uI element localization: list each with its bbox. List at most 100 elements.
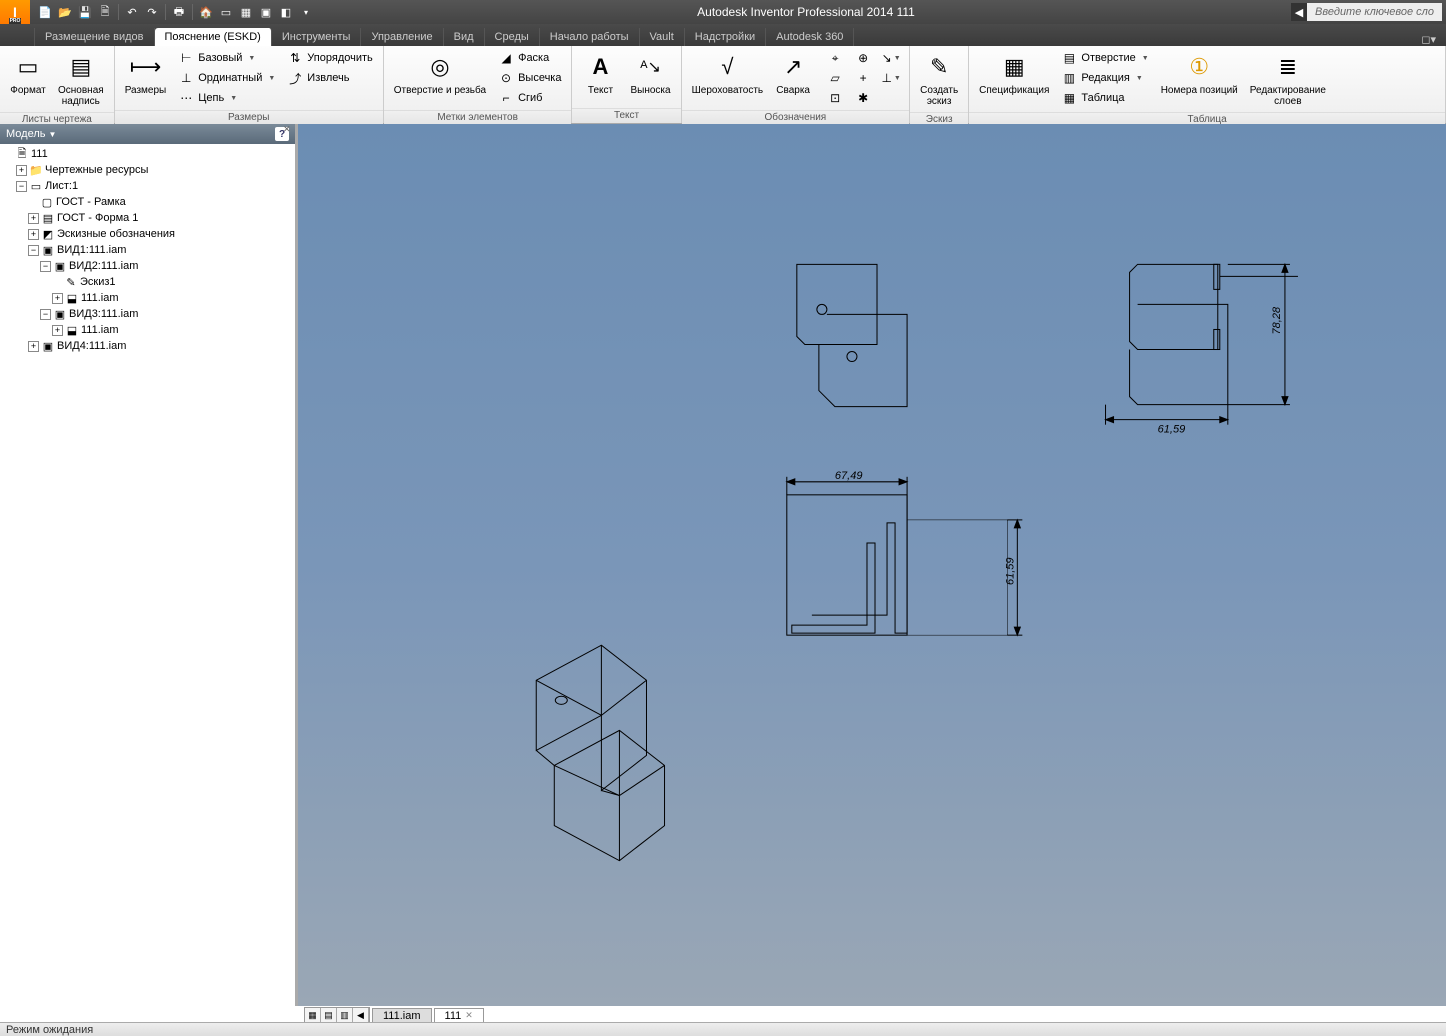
- expander-icon[interactable]: +: [16, 165, 27, 176]
- tree-iam[interactable]: +⬓111.iam: [2, 290, 293, 306]
- parts-list-label: Спецификация: [979, 85, 1049, 96]
- general-table-button[interactable]: ▦Таблица: [1057, 89, 1152, 107]
- sym2-button[interactable]: ▱: [823, 69, 847, 87]
- tab-a360[interactable]: Autodesk 360: [766, 28, 854, 46]
- tab-placement[interactable]: Размещение видов: [34, 28, 155, 46]
- sym8-button[interactable]: ⊥▼: [879, 69, 903, 87]
- sheet-icon: ▭: [29, 179, 43, 193]
- tab-manage[interactable]: Управление: [361, 28, 443, 46]
- group-text-label: Текст: [572, 108, 680, 123]
- tab-annotation[interactable]: Пояснение (ESKD): [155, 28, 272, 46]
- retrieve-button[interactable]: ⤴Извлечь: [283, 69, 376, 87]
- tree-sketch1[interactable]: ✎Эскиз1: [2, 274, 293, 290]
- tabs-overflow-icon[interactable]: ◻▾: [1421, 33, 1436, 46]
- tree-gost-form[interactable]: +▤ГОСТ - Форма 1: [2, 210, 293, 226]
- create-sketch-label: Создать эскиз: [920, 85, 958, 107]
- drawing-canvas[interactable]: 61,59 78,28 67,49 61,59: [298, 124, 1446, 1006]
- balloon-button[interactable]: ① Номера позиций: [1157, 49, 1242, 98]
- text-label: Текст: [588, 85, 613, 96]
- tab-getting-started[interactable]: Начало работы: [540, 28, 640, 46]
- revision-button[interactable]: ▥Редакция▼: [1057, 69, 1152, 87]
- expander-icon[interactable]: +: [28, 213, 39, 224]
- tree-gost-frame[interactable]: ▢ГОСТ - Рамка: [2, 194, 293, 210]
- tree-view3[interactable]: −▣ВИД3:111.iam: [2, 306, 293, 322]
- tree-sheet[interactable]: −▭Лист:1: [2, 178, 293, 194]
- model-tree[interactable]: 🗎111 +📁Чертежные ресурсы −▭Лист:1 ▢ГОСТ …: [0, 144, 295, 1006]
- parts-list-button[interactable]: ▦ Спецификация: [975, 49, 1053, 98]
- qat-print-icon[interactable]: 🖶: [170, 3, 188, 21]
- sym5-button[interactable]: +: [851, 69, 875, 87]
- tab-env[interactable]: Среды: [485, 28, 540, 46]
- doc-tab-iam[interactable]: 111.iam: [372, 1008, 432, 1023]
- tree-sketch-symbols[interactable]: +◩Эскизные обозначения: [2, 226, 293, 242]
- search-input[interactable]: Введите ключевое сло: [1307, 3, 1442, 21]
- qat-extra2-icon[interactable]: ▣: [257, 3, 275, 21]
- leader-button[interactable]: ᴬ↘ Выноска: [626, 49, 674, 98]
- expander-icon[interactable]: −: [40, 309, 51, 320]
- tree-view1[interactable]: −▣ВИД1:111.iam: [2, 242, 293, 258]
- dimension-button[interactable]: ⟼ Размеры: [121, 49, 171, 98]
- hole-table-button[interactable]: ▤Отверстие▼: [1057, 49, 1152, 67]
- main-caption-button[interactable]: ▤ Основная надпись: [54, 49, 108, 109]
- doc-tab-111[interactable]: 111✕: [434, 1008, 484, 1023]
- tab-addins[interactable]: Надстройки: [685, 28, 766, 46]
- qat-select-icon[interactable]: ▭: [217, 3, 235, 21]
- bend-icon: ⌐: [498, 90, 514, 106]
- doc-tab-iam-label: 111.iam: [383, 1010, 421, 1022]
- baseline-button[interactable]: ⊢Базовый▼: [174, 49, 279, 67]
- qat-save-as-icon[interactable]: 🗎: [96, 3, 114, 21]
- sym6-button[interactable]: ✱: [851, 89, 875, 107]
- qat-save-icon[interactable]: 💾: [76, 3, 94, 21]
- qat-extra3-icon[interactable]: ◧: [277, 3, 295, 21]
- tab-tools[interactable]: Инструменты: [272, 28, 362, 46]
- qat-home-icon[interactable]: 🏠: [197, 3, 215, 21]
- text-button[interactable]: A Текст: [578, 49, 622, 98]
- ordinate-button[interactable]: ⊥Ординатный▼: [174, 69, 279, 87]
- qat-down-caret-icon[interactable]: ▾: [297, 3, 315, 21]
- bend-button[interactable]: ⌐Сгиб: [494, 89, 565, 107]
- qat-undo-icon[interactable]: ↶: [123, 3, 141, 21]
- expander-icon[interactable]: +: [52, 325, 63, 336]
- caption-icon: ▤: [65, 51, 97, 83]
- chamfer-button[interactable]: ◢Фаска: [494, 49, 565, 67]
- sym7-button[interactable]: ↘▼: [879, 49, 903, 67]
- expander-icon[interactable]: −: [16, 181, 27, 192]
- chain-button[interactable]: ⋯Цепь▼: [174, 89, 279, 107]
- punch-button[interactable]: ⊙Высечка: [494, 69, 565, 87]
- format-button[interactable]: ▭ Формат: [6, 49, 50, 98]
- welding-button[interactable]: ↗ Сварка: [771, 49, 815, 98]
- surface-button[interactable]: √ Шероховатость: [688, 49, 768, 98]
- expander-icon[interactable]: +: [28, 341, 39, 352]
- sym4-icon: ⊕: [855, 50, 871, 66]
- qat-redo-icon[interactable]: ↷: [143, 3, 161, 21]
- revision-label: Редакция: [1081, 72, 1129, 84]
- arrange-button[interactable]: ⇅Упорядочить: [283, 49, 376, 67]
- tab-vault[interactable]: Vault: [640, 28, 685, 46]
- sym4-button[interactable]: ⊕: [851, 49, 875, 67]
- search-prev-icon[interactable]: ◀: [1291, 3, 1307, 21]
- chain-label: Цепь: [198, 92, 224, 104]
- tree-view4[interactable]: +▣ВИД4:111.iam: [2, 338, 293, 354]
- expander-icon[interactable]: +: [52, 293, 63, 304]
- dim-d3: 67,49: [835, 470, 863, 482]
- expander-icon[interactable]: −: [40, 261, 51, 272]
- create-sketch-button[interactable]: ✎ Создать эскиз: [916, 49, 962, 109]
- tab-view[interactable]: Вид: [444, 28, 485, 46]
- panel-close-icon[interactable]: ✕: [283, 124, 293, 134]
- qat-new-icon[interactable]: 📄: [36, 3, 54, 21]
- expander-icon[interactable]: +: [28, 229, 39, 240]
- sym2-icon: ▱: [827, 70, 843, 86]
- tree-root[interactable]: 🗎111: [2, 146, 293, 162]
- sym5-icon: +: [855, 70, 871, 86]
- tree-drawing-res[interactable]: +📁Чертежные ресурсы: [2, 162, 293, 178]
- sym1-button[interactable]: ⌖: [823, 49, 847, 67]
- doc-tab-close-icon[interactable]: ✕: [465, 1010, 473, 1021]
- tree-view2[interactable]: −▣ВИД2:111.iam: [2, 258, 293, 274]
- edit-layers-button[interactable]: ≣ Редактирование слоев: [1246, 49, 1330, 109]
- qat-open-icon[interactable]: 📂: [56, 3, 74, 21]
- expander-icon[interactable]: −: [28, 245, 39, 256]
- sym3-button[interactable]: ⊡: [823, 89, 847, 107]
- tree-iam2[interactable]: +⬓111.iam: [2, 322, 293, 338]
- qat-extra1-icon[interactable]: ▦: [237, 3, 255, 21]
- hole-thread-button[interactable]: ◎ Отверстие и резьба: [390, 49, 490, 98]
